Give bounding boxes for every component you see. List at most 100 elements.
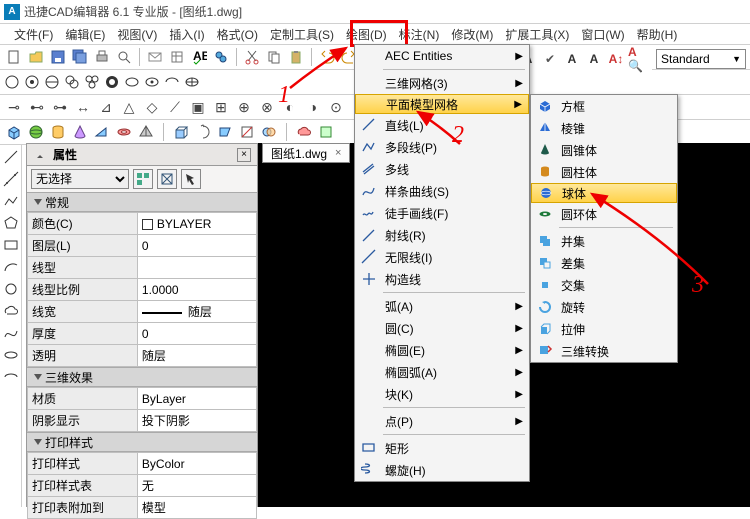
pline-icon[interactable]	[3, 193, 19, 209]
pickadd-icon[interactable]	[157, 169, 177, 189]
section-general[interactable]: 常规	[27, 192, 257, 212]
prop-value[interactable]: 0	[137, 323, 256, 345]
print-icon[interactable]	[92, 47, 112, 67]
menu-item-E[interactable]: 椭圆(E)▶	[355, 339, 529, 361]
menu-item-[interactable]: 球体	[531, 183, 677, 203]
prop-value[interactable]: BYLAYER	[137, 213, 256, 235]
menu-help[interactable]: 帮助(H)	[631, 24, 684, 45]
text-a-icon[interactable]: A	[562, 49, 582, 69]
prop-value[interactable]: 1.0000	[137, 279, 256, 301]
menu-format[interactable]: 格式(O)	[211, 24, 264, 45]
menu-item-[interactable]: 圆锥体	[531, 139, 677, 161]
line-icon[interactable]	[3, 149, 19, 165]
ellipse-icon[interactable]	[124, 74, 140, 90]
donut-icon[interactable]	[104, 74, 120, 90]
menu-item-[interactable]: 平面模型网格▶	[355, 94, 529, 114]
snap-icon-11[interactable]: ⊗	[257, 97, 277, 117]
spellcheck-icon[interactable]: ABC	[189, 47, 209, 67]
pyramid-icon[interactable]	[138, 124, 154, 140]
menu-item-I[interactable]: 无限线(I)	[355, 246, 529, 268]
polygon-icon[interactable]	[3, 215, 19, 231]
prop-value[interactable]: 随层	[137, 345, 256, 367]
ellipse-icon[interactable]	[3, 347, 19, 363]
menu-file[interactable]: 文件(F)	[8, 24, 59, 45]
pin-icon[interactable]	[33, 148, 47, 162]
menu-item-A[interactable]: 椭圆弧(A)▶	[355, 361, 529, 383]
spline-icon[interactable]	[3, 325, 19, 341]
menu-insert[interactable]: 插入(I)	[163, 24, 210, 45]
section-icon[interactable]	[239, 124, 255, 140]
select-icon[interactable]	[181, 169, 201, 189]
menu-item-S[interactable]: 样条曲线(S)	[355, 180, 529, 202]
text-scale-icon[interactable]: A↕	[606, 49, 626, 69]
circle-icon[interactable]	[3, 281, 19, 297]
snap-icon-8[interactable]: ▣	[188, 97, 208, 117]
arc-icon[interactable]	[3, 259, 19, 275]
preview-icon[interactable]	[114, 47, 134, 67]
cylinder-icon[interactable]	[50, 124, 66, 140]
menu-annotate[interactable]: 标注(N)	[393, 24, 446, 45]
snap-icon-9[interactable]: ⊞	[211, 97, 231, 117]
ellipse-arc-icon[interactable]	[3, 369, 19, 385]
snap-icon-10[interactable]: ⊕	[234, 97, 254, 117]
ellipse-icon[interactable]	[144, 74, 160, 90]
snap-icon-4[interactable]: ⊿	[96, 97, 116, 117]
snap-icon-3[interactable]: ↔	[73, 97, 93, 117]
prop-value[interactable]	[137, 257, 256, 279]
prop-value[interactable]: 投下阴影	[137, 410, 256, 432]
snap-icon-1[interactable]: ⊷	[27, 97, 47, 117]
menu-item-[interactable]: 交集	[531, 274, 677, 296]
open-icon[interactable]	[26, 47, 46, 67]
snap-icon-2[interactable]: ⊶	[50, 97, 70, 117]
menu-modify[interactable]: 修改(M)	[445, 24, 499, 45]
menu-item-[interactable]: 旋转	[531, 296, 677, 318]
snap-icon-7[interactable]: ⟋	[165, 97, 185, 117]
email-icon[interactable]	[145, 47, 165, 67]
menu-custom[interactable]: 定制工具(S)	[264, 24, 340, 45]
close-icon[interactable]: ×	[335, 147, 341, 159]
cut-icon[interactable]	[242, 47, 262, 67]
menu-item-[interactable]: 方框	[531, 95, 677, 117]
new-icon[interactable]	[4, 47, 24, 67]
menu-edit[interactable]: 编辑(E)	[59, 24, 111, 45]
document-tab[interactable]: 图纸1.dwg ×	[262, 143, 350, 163]
selection-combo[interactable]: 无选择	[31, 169, 129, 189]
interfere-icon[interactable]	[261, 124, 277, 140]
wedge-icon[interactable]	[94, 124, 110, 140]
menu-item-[interactable]: 并集	[531, 230, 677, 252]
circle-icon[interactable]	[24, 74, 40, 90]
snap-icon-0[interactable]: ⊸	[4, 97, 24, 117]
circle3-icon[interactable]	[84, 74, 100, 90]
saveall-icon[interactable]	[70, 47, 90, 67]
circle2-icon[interactable]	[64, 74, 80, 90]
menu-item-F[interactable]: 徒手画线(F)	[355, 202, 529, 224]
revolve-icon[interactable]	[195, 124, 211, 140]
menu-item-L[interactable]: 直线(L)	[355, 114, 529, 136]
circle-icon[interactable]	[4, 74, 20, 90]
rect-icon[interactable]	[3, 237, 19, 253]
prop-value[interactable]: 无	[137, 475, 256, 497]
menu-window[interactable]: 窗口(W)	[575, 24, 630, 45]
copy-icon[interactable]	[264, 47, 284, 67]
menu-item-K[interactable]: 块(K)▶	[355, 383, 529, 405]
menu-view[interactable]: 视图(V)	[111, 24, 163, 45]
menu-item-[interactable]: 矩形	[355, 437, 529, 459]
text-find-icon[interactable]: A🔍	[628, 49, 648, 69]
text-style-combo[interactable]: Standard ▼	[656, 49, 746, 69]
explorer-icon[interactable]	[167, 47, 187, 67]
cloud-icon[interactable]	[296, 124, 312, 140]
snap-icon-13[interactable]: ◑	[303, 97, 323, 117]
snap-icon-12[interactable]: ◐	[280, 97, 300, 117]
snap-icon-14[interactable]: ⊙	[326, 97, 346, 117]
prop-value[interactable]: 模型	[137, 497, 256, 519]
prop-value[interactable]: ByColor	[137, 453, 256, 475]
cloud-icon[interactable]	[3, 303, 19, 319]
text-a-icon[interactable]: A	[584, 49, 604, 69]
snap-icon-5[interactable]: △	[119, 97, 139, 117]
section-print[interactable]: 打印样式	[27, 432, 257, 452]
undo-icon[interactable]	[317, 47, 337, 67]
menu-item-[interactable]: 构造线	[355, 268, 529, 290]
spellcheck-icon[interactable]: ✔	[540, 49, 560, 69]
menu-item-P[interactable]: 多段线(P)	[355, 136, 529, 158]
box-icon[interactable]	[6, 124, 22, 140]
